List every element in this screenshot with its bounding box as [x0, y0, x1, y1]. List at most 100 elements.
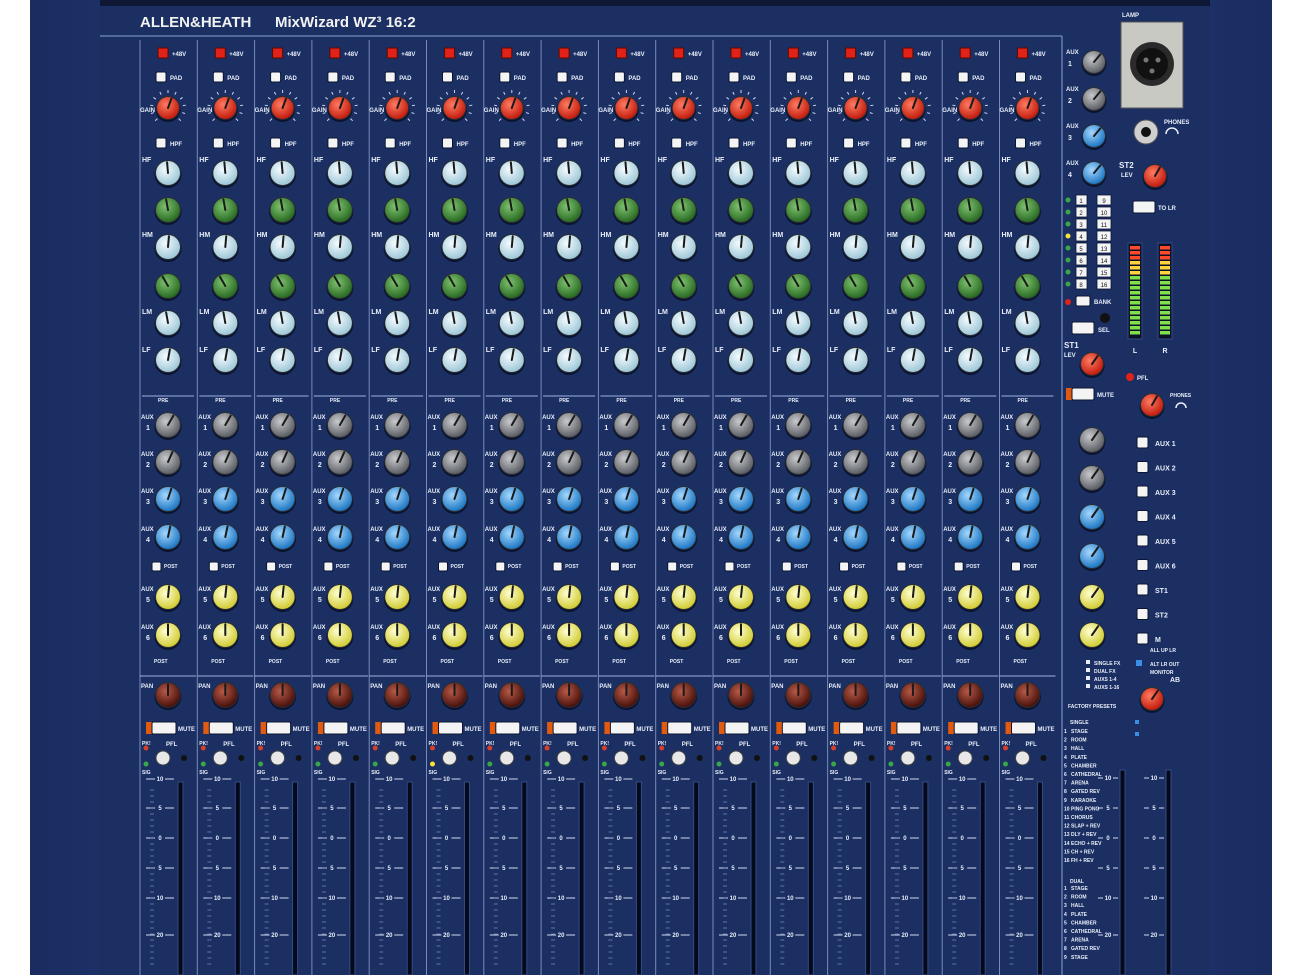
- mute-button[interactable]: [897, 722, 921, 734]
- hm-freq-knob[interactable]: [556, 197, 583, 225]
- aux-4-knob[interactable]: [326, 524, 353, 552]
- aux-2-knob[interactable]: [212, 449, 239, 477]
- hpf-button[interactable]: [156, 138, 166, 148]
- aux-3-knob[interactable]: [384, 486, 411, 514]
- aux-5-knob[interactable]: [384, 584, 411, 612]
- aux-3-knob[interactable]: [613, 486, 640, 514]
- pan-knob[interactable]: [842, 682, 869, 710]
- aux-3-knob[interactable]: [842, 486, 869, 514]
- lm-freq-knob[interactable]: [785, 273, 812, 301]
- lf-knob[interactable]: [670, 347, 697, 375]
- aux-3-knob[interactable]: [556, 486, 583, 514]
- pad-button[interactable]: [500, 72, 510, 82]
- gain-knob[interactable]: [270, 96, 295, 122]
- pfl-button[interactable]: [156, 751, 170, 765]
- aux-2-knob[interactable]: [155, 449, 182, 477]
- hpf-button[interactable]: [672, 138, 682, 148]
- pan-knob[interactable]: [269, 682, 296, 710]
- phantom-led-button[interactable]: [559, 48, 569, 58]
- hf-knob[interactable]: [212, 160, 239, 188]
- monitor-select-button[interactable]: [1137, 584, 1148, 595]
- gain-knob[interactable]: [614, 96, 639, 122]
- aux-6-knob[interactable]: [670, 622, 697, 650]
- lm-freq-knob[interactable]: [155, 273, 182, 301]
- hpf-button[interactable]: [729, 138, 739, 148]
- aux-6-knob[interactable]: [1014, 622, 1041, 650]
- aux-2-knob[interactable]: [498, 449, 525, 477]
- hm-freq-knob[interactable]: [384, 197, 411, 225]
- aux-6-knob[interactable]: [269, 622, 296, 650]
- st1-mute-button[interactable]: [1072, 388, 1094, 400]
- fx-send-knob-3[interactable]: [1079, 504, 1106, 532]
- fader-track[interactable]: [808, 782, 813, 975]
- hpf-button[interactable]: [500, 138, 510, 148]
- hm-freq-knob[interactable]: [957, 197, 984, 225]
- hm-freq-knob[interactable]: [441, 197, 468, 225]
- aux-1-knob[interactable]: [212, 412, 239, 440]
- phantom-led-button[interactable]: [674, 48, 684, 58]
- monitor-select-button[interactable]: [1137, 437, 1148, 448]
- aux-post-switch[interactable]: [267, 562, 276, 571]
- fader-track[interactable]: [407, 782, 412, 975]
- aux-post-switch[interactable]: [610, 562, 619, 571]
- hm-freq-knob[interactable]: [899, 197, 926, 225]
- aux-6-knob[interactable]: [957, 622, 984, 650]
- monitor-select-button[interactable]: [1137, 535, 1148, 546]
- mute-button[interactable]: [209, 722, 233, 734]
- pan-knob[interactable]: [155, 682, 182, 710]
- hf-knob[interactable]: [155, 160, 182, 188]
- pad-button[interactable]: [729, 72, 739, 82]
- hpf-button[interactable]: [385, 138, 395, 148]
- hf-knob[interactable]: [326, 160, 353, 188]
- pan-knob[interactable]: [1014, 682, 1041, 710]
- lm-freq-knob[interactable]: [498, 273, 525, 301]
- mute-button[interactable]: [439, 722, 463, 734]
- aux-2-knob[interactable]: [899, 449, 926, 477]
- pad-button[interactable]: [958, 72, 968, 82]
- aux-post-switch[interactable]: [324, 562, 333, 571]
- mute-button[interactable]: [553, 722, 577, 734]
- aux-post-switch[interactable]: [381, 562, 390, 571]
- master-aux-2-knob[interactable]: [1082, 87, 1107, 113]
- aux-4-knob[interactable]: [556, 524, 583, 552]
- hm-gain-knob[interactable]: [326, 234, 353, 262]
- lm-gain-knob[interactable]: [441, 310, 468, 338]
- aux-6-knob[interactable]: [441, 622, 468, 650]
- hm-gain-knob[interactable]: [842, 234, 869, 262]
- aux-3-knob[interactable]: [728, 486, 755, 514]
- st2-to-lr-button[interactable]: [1133, 201, 1155, 213]
- pfl-button[interactable]: [786, 751, 800, 765]
- pfl-button[interactable]: [328, 751, 342, 765]
- aux-6-knob[interactable]: [785, 622, 812, 650]
- lm-freq-knob[interactable]: [212, 273, 239, 301]
- phantom-led-button[interactable]: [1018, 48, 1028, 58]
- aux-4-knob[interactable]: [269, 524, 296, 552]
- pan-knob[interactable]: [899, 682, 926, 710]
- aux-5-knob[interactable]: [441, 584, 468, 612]
- bank-button[interactable]: [1076, 296, 1090, 306]
- aux-4-knob[interactable]: [957, 524, 984, 552]
- aux-1-knob[interactable]: [1014, 412, 1041, 440]
- aux-2-knob[interactable]: [785, 449, 812, 477]
- hf-knob[interactable]: [384, 160, 411, 188]
- aux-6-knob[interactable]: [556, 622, 583, 650]
- fader-track[interactable]: [923, 782, 928, 975]
- hf-knob[interactable]: [269, 160, 296, 188]
- lm-freq-knob[interactable]: [384, 273, 411, 301]
- lf-knob[interactable]: [155, 347, 182, 375]
- pan-knob[interactable]: [212, 682, 239, 710]
- lm-gain-knob[interactable]: [613, 310, 640, 338]
- pad-button[interactable]: [672, 72, 682, 82]
- lm-gain-knob[interactable]: [556, 310, 583, 338]
- lf-knob[interactable]: [556, 347, 583, 375]
- phantom-led-button[interactable]: [158, 48, 168, 58]
- aux-post-switch[interactable]: [209, 562, 218, 571]
- lm-freq-knob[interactable]: [842, 273, 869, 301]
- monitor-level-knob[interactable]: [1140, 687, 1165, 713]
- mute-button[interactable]: [668, 722, 692, 734]
- monitor-select-button[interactable]: [1137, 511, 1148, 522]
- aux-4-knob[interactable]: [384, 524, 411, 552]
- aux-post-switch[interactable]: [1012, 562, 1021, 571]
- aux-2-knob[interactable]: [441, 449, 468, 477]
- hm-gain-knob[interactable]: [384, 234, 411, 262]
